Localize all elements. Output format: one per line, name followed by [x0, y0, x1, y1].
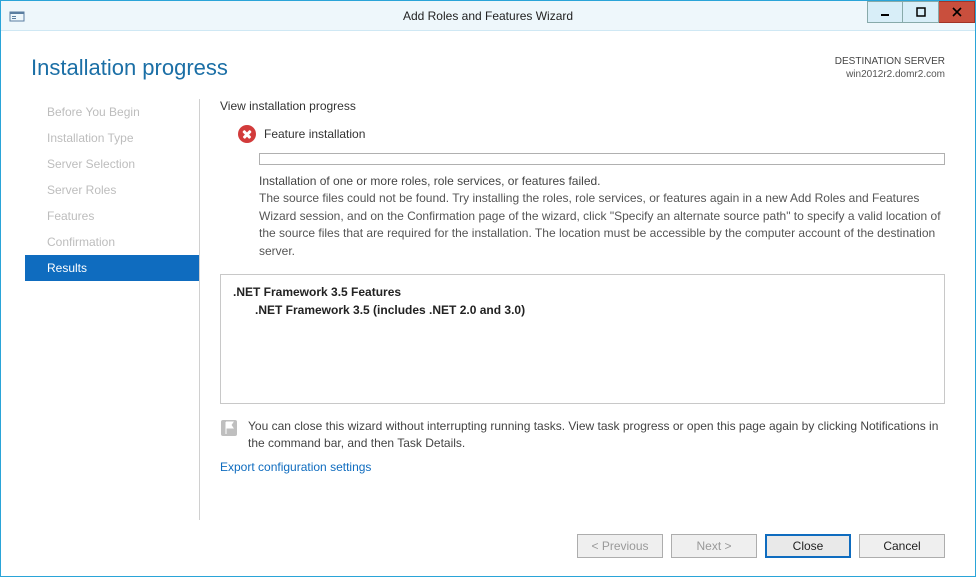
flag-icon [220, 419, 238, 437]
info-row: You can close this wizard without interr… [220, 418, 945, 452]
destination-server: win2012r2.domr2.com [835, 68, 945, 81]
close-window-button[interactable] [939, 1, 975, 23]
step-installation-type: Installation Type [25, 125, 199, 151]
wizard-body: Installation progress DESTINATION SERVER… [1, 31, 975, 576]
feature-details-box: .NET Framework 3.5 Features .NET Framewo… [220, 274, 945, 404]
wizard-window: Add Roles and Features Wizard Installati… [0, 0, 976, 577]
info-text: You can close this wizard without interr… [248, 418, 945, 452]
main-row: Before You Begin Installation Type Serve… [31, 99, 945, 520]
progress-bar [259, 153, 945, 165]
error-icon [238, 125, 256, 143]
wizard-steps-sidebar: Before You Begin Installation Type Serve… [25, 99, 200, 520]
step-results: Results [25, 255, 199, 281]
feature-child: .NET Framework 3.5 (includes .NET 2.0 an… [233, 303, 932, 317]
content-panel: View installation progress Feature insta… [200, 99, 945, 520]
destination-server-block: DESTINATION SERVER win2012r2.domr2.com [835, 55, 945, 81]
header-row: Installation progress DESTINATION SERVER… [31, 55, 945, 81]
titlebar: Add Roles and Features Wizard [1, 1, 975, 31]
window-controls [867, 1, 975, 21]
error-message: Installation of one or more roles, role … [259, 173, 945, 260]
close-button[interactable]: Close [765, 534, 851, 558]
previous-button: < Previous [577, 534, 663, 558]
footer-buttons: < Previous Next > Close Cancel [31, 520, 945, 558]
wizard-icon [9, 8, 25, 24]
maximize-button[interactable] [903, 1, 939, 23]
cancel-button[interactable]: Cancel [859, 534, 945, 558]
step-server-roles: Server Roles [25, 177, 199, 203]
next-button: Next > [671, 534, 757, 558]
feature-parent: .NET Framework 3.5 Features [233, 285, 932, 299]
minimize-button[interactable] [867, 1, 903, 23]
content-heading: View installation progress [220, 99, 945, 113]
destination-label: DESTINATION SERVER [835, 55, 945, 68]
step-confirmation: Confirmation [25, 229, 199, 255]
status-row: Feature installation [220, 125, 945, 143]
step-before-you-begin: Before You Begin [25, 99, 199, 125]
error-message-line1: Installation of one or more roles, role … [259, 174, 601, 188]
step-features: Features [25, 203, 199, 229]
status-label: Feature installation [264, 127, 365, 141]
step-server-selection: Server Selection [25, 151, 199, 177]
export-configuration-link[interactable]: Export configuration settings [220, 460, 945, 474]
error-message-rest: The source files could not be found. Try… [259, 191, 941, 257]
window-title: Add Roles and Features Wizard [1, 9, 975, 23]
page-title: Installation progress [31, 55, 228, 81]
